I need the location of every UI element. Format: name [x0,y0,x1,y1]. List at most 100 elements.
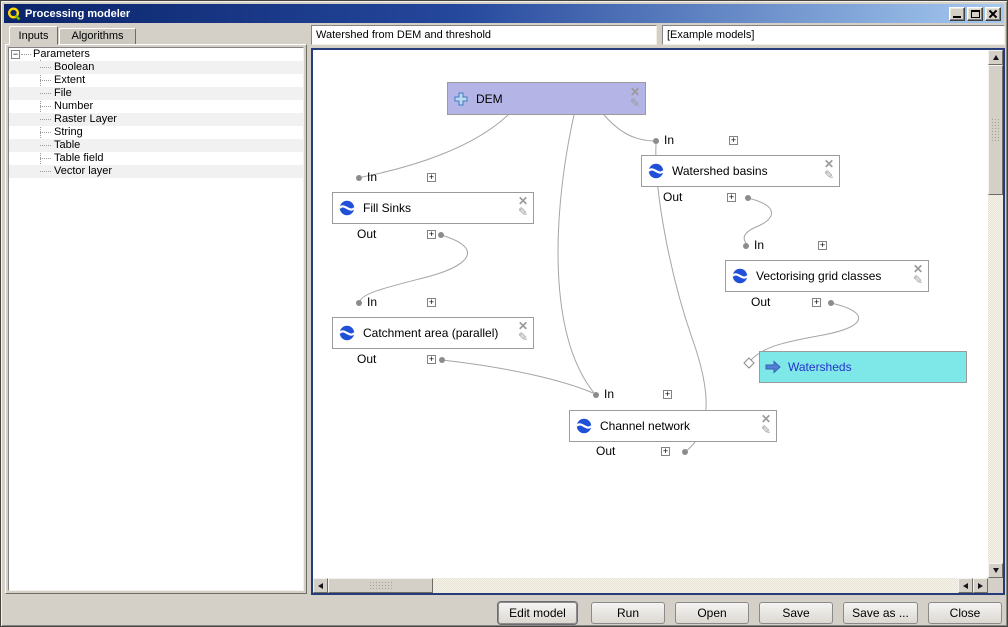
scroll-left-button-2[interactable] [958,578,973,593]
scroll-right-icon [978,583,983,589]
edit-node-icon[interactable]: ✎ [913,275,923,286]
wire-catchment-channel [442,360,593,393]
port-expand-icon[interactable]: + [427,298,436,307]
save-as-button[interactable]: Save as ... [843,602,918,624]
scroll-down-button[interactable] [988,563,1003,578]
edit-node-icon[interactable]: ✎ [824,170,834,181]
title-bar[interactable]: Processing modeler [4,4,1004,23]
port-expand-icon[interactable]: + [812,298,821,307]
edit-node-icon[interactable]: ✎ [518,207,528,218]
window-title: Processing modeler [25,8,130,20]
tree-item-label: Boolean [54,61,94,74]
tree-item-label: Raster Layer [54,113,117,126]
processing-modeler-window: Processing modeler Inputs Algorithms − P… [0,0,1008,627]
model-node-fill-sinks[interactable]: Fill Sinks ✕ ✎ [332,192,534,224]
port-expand-icon[interactable]: + [427,173,436,182]
model-node-watersheds-output[interactable]: Watersheds [759,351,967,383]
collapse-expander-icon[interactable]: − [11,50,20,59]
tree-item-number[interactable]: Number [9,100,303,113]
node-label: Watershed basins [672,164,768,178]
tree-item-label: Extent [54,74,85,87]
port-in-label: In [367,171,377,184]
open-button[interactable]: Open [675,602,749,624]
vertical-scroll-thumb[interactable] [988,65,1003,195]
parameters-tree: − Parameters Boolean Extent File Number … [8,47,304,591]
canvas-horizontal-scrollbar[interactable] [313,578,988,593]
model-node-channel-network[interactable]: Channel network ✕ ✎ [569,410,777,442]
input-plus-icon [453,91,469,107]
port-out-label: Out [663,191,682,204]
tree-item-label: Parameters [33,48,90,61]
wire-basins-vectorising [744,198,771,243]
tree-item-raster-layer[interactable]: Raster Layer [9,113,303,126]
tree-item-extent[interactable]: Extent [9,74,303,87]
edit-node-icon[interactable]: ✎ [761,425,771,436]
port-in-label: In [367,296,377,309]
tree-item-label: Table [54,139,80,152]
maximize-button[interactable] [967,7,983,21]
close-button[interactable] [985,7,1001,21]
tab-algorithms[interactable]: Algorithms [59,28,136,45]
saga-algorithm-icon [647,162,665,180]
scroll-down-icon [993,568,999,573]
output-connector-diamond [744,358,754,368]
model-canvas-surface[interactable]: DEM ✕ ✎ In + Fill Sinks ✕ ✎ O [313,50,988,578]
save-button[interactable]: Save [759,602,833,624]
scroll-up-icon [993,55,999,60]
model-name-input[interactable] [311,25,657,45]
tree-item-string[interactable]: String [9,126,303,139]
scroll-left-icon [963,583,968,589]
edit-node-icon[interactable]: ✎ [630,98,640,109]
port-expand-icon[interactable]: + [729,136,738,145]
node-label: Vectorising grid classes [756,269,881,283]
tree-item-boolean[interactable]: Boolean [9,61,303,74]
inputs-panel: − Parameters Boolean Extent File Number … [5,44,307,594]
tree-item-parameters[interactable]: − Parameters [9,48,303,61]
port-out-label: Out [596,445,615,458]
tab-inputs[interactable]: Inputs [9,26,58,45]
model-group-input[interactable] [662,25,1005,45]
tree-item-label: Table field [54,152,104,165]
minimize-icon [953,16,961,18]
scroll-left-icon [318,583,323,589]
scroll-up-button[interactable] [988,50,1003,65]
minimize-button[interactable] [949,7,965,21]
node-label: Channel network [600,419,690,433]
port-expand-icon[interactable]: + [663,390,672,399]
tree-item-vector-layer[interactable]: Vector layer [9,165,303,178]
port-out-label: Out [357,353,376,366]
model-node-catchment-area[interactable]: Catchment area (parallel) ✕ ✎ [332,317,534,349]
horizontal-scroll-thumb[interactable] [328,578,433,593]
close-dialog-button[interactable]: Close [928,602,1002,624]
port-expand-icon[interactable]: + [727,193,736,202]
port-expand-icon[interactable]: + [427,230,436,239]
model-node-watershed-basins[interactable]: Watershed basins ✕ ✎ [641,155,840,187]
edit-model-help-button[interactable]: Edit model help [498,602,577,624]
port-in-label: In [604,388,614,401]
node-label: Fill Sinks [363,201,411,215]
tree-item-file[interactable]: File [9,87,303,100]
scrollbar-corner [988,578,1003,593]
model-canvas[interactable]: DEM ✕ ✎ In + Fill Sinks ✕ ✎ O [311,48,1005,595]
node-label: Watersheds [788,360,852,374]
wire-dem-basins [604,115,653,141]
model-node-vectorising-grid-classes[interactable]: Vectorising grid classes ✕ ✎ [725,260,929,292]
edit-node-icon[interactable]: ✎ [518,332,528,343]
port-in-label: In [754,239,764,252]
run-button[interactable]: Run [591,602,665,624]
tree-item-table[interactable]: Table [9,139,303,152]
node-label: Catchment area (parallel) [363,326,498,340]
tree-item-table-field[interactable]: Table field [9,152,303,165]
port-expand-icon[interactable]: + [661,447,670,456]
qgis-logo-icon [7,7,21,21]
scroll-left-button[interactable] [313,578,328,593]
canvas-vertical-scrollbar[interactable] [988,50,1003,578]
port-expand-icon[interactable]: + [818,241,827,250]
port-out-label: Out [751,296,770,309]
wire-dem-fillsinks [362,115,508,177]
model-node-dem[interactable]: DEM ✕ ✎ [447,82,646,115]
port-expand-icon[interactable]: + [427,355,436,364]
wire-dem-channel [558,115,594,393]
scroll-right-button[interactable] [973,578,988,593]
maximize-icon [971,10,980,18]
